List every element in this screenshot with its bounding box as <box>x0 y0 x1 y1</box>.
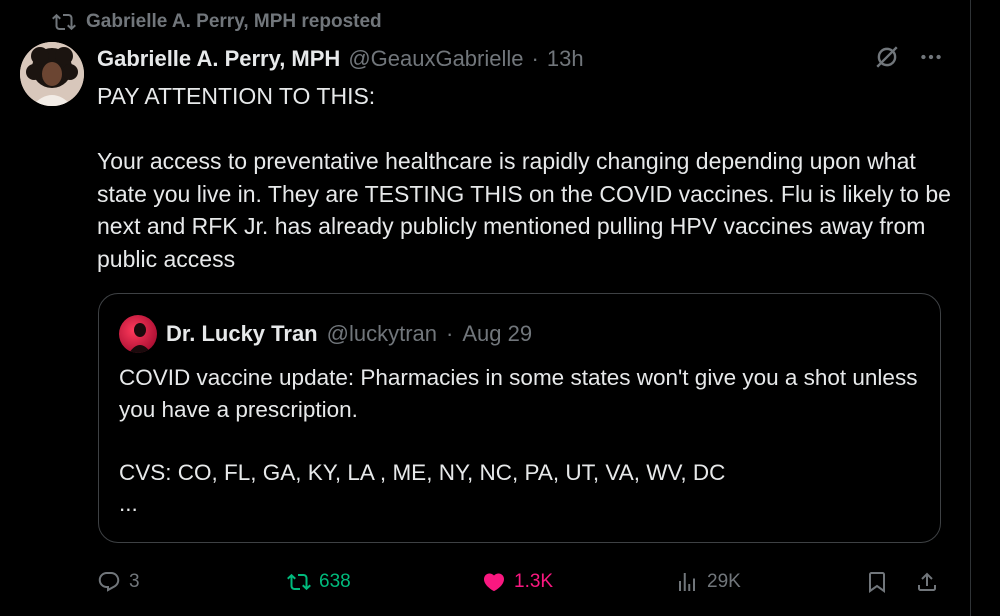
avatar-image <box>20 42 84 106</box>
grok-icon[interactable] <box>874 44 900 70</box>
quote-text: COVID vaccine update: Pharmacies in some… <box>119 365 918 516</box>
bookmark-button[interactable] <box>865 562 889 602</box>
quote-author-name[interactable]: Dr. Lucky Tran <box>166 321 318 347</box>
views-button[interactable]: 29K <box>675 562 741 602</box>
reply-button[interactable]: 3 <box>97 562 140 602</box>
quote-header: Dr. Lucky Tran @luckytran · Aug 29 <box>119 314 532 354</box>
action-bar: 3 638 1.3K 29K <box>97 562 945 602</box>
heart-icon <box>483 573 505 592</box>
share-button[interactable] <box>915 562 939 602</box>
post-header: Gabrielle A. Perry, MPH @GeauxGabrielle … <box>97 42 584 76</box>
author-handle[interactable]: @GeauxGabrielle <box>348 46 523 72</box>
author-name[interactable]: Gabrielle A. Perry, MPH <box>97 46 340 72</box>
column-divider <box>970 0 971 616</box>
post-top-actions <box>874 44 944 70</box>
repost-label: Gabrielle A. Perry, MPH reposted <box>86 11 382 32</box>
post-timestamp[interactable]: 13h <box>547 46 584 72</box>
quote-timestamp[interactable]: Aug 29 <box>462 321 532 347</box>
like-button[interactable]: 1.3K <box>482 562 553 602</box>
repost-count: 638 <box>319 571 351 592</box>
bookmark-icon <box>869 572 885 593</box>
repost-icon <box>52 13 76 31</box>
views-count: 29K <box>707 571 741 592</box>
repost-icon <box>287 573 311 591</box>
more-icon[interactable] <box>918 44 944 70</box>
repost-context[interactable]: Gabrielle A. Perry, MPH reposted <box>52 8 382 36</box>
share-icon <box>918 572 936 591</box>
reply-count: 3 <box>129 571 140 592</box>
like-count: 1.3K <box>514 571 554 592</box>
views-icon <box>679 573 695 591</box>
avatar[interactable] <box>20 42 84 106</box>
quote-separator-dot: · <box>446 321 454 346</box>
reply-icon <box>98 572 120 592</box>
quote-avatar[interactable] <box>119 315 157 353</box>
quoted-post[interactable]: Dr. Lucky Tran @luckytran · Aug 29 COVID… <box>98 293 941 543</box>
repost-button[interactable]: 638 <box>287 562 351 602</box>
quote-author-handle[interactable]: @luckytran <box>327 321 437 347</box>
quote-avatar-image <box>129 323 151 353</box>
post-text: PAY ATTENTION TO THIS: Your access to pr… <box>97 83 951 272</box>
separator-dot: · <box>531 46 539 71</box>
